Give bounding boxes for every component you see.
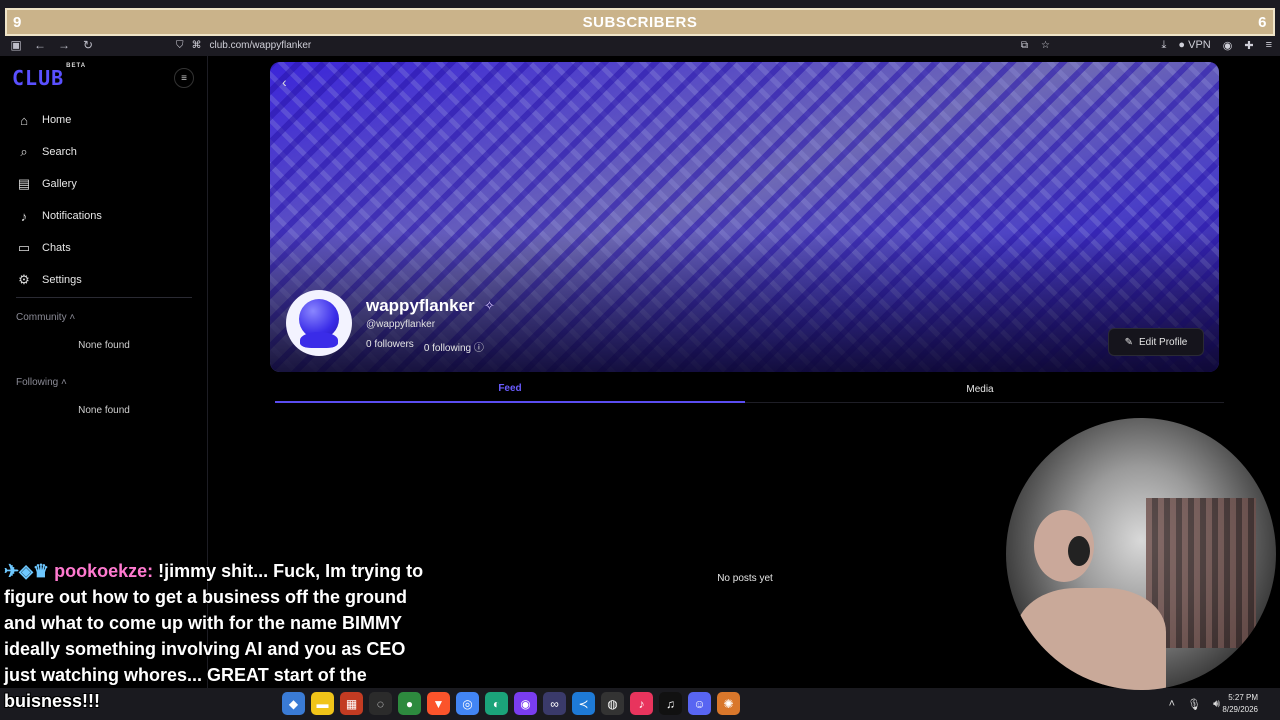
webcam-overlay: [1006, 418, 1276, 690]
streamer-body: [1016, 588, 1166, 690]
sidebar-item-label: Settings: [42, 274, 82, 286]
edit-profile-label: Edit Profile: [1139, 336, 1188, 348]
bookmark-icon[interactable]: ☆: [1041, 40, 1050, 51]
empty-feed-message: No posts yet: [717, 573, 773, 584]
gear-icon: ⚙: [18, 272, 30, 287]
toolbar-right: ⤓ ● VPN ◉ ✚ ≡: [1162, 34, 1272, 56]
chat-text: !jimmy shit... Fuck, Im trying to figure…: [4, 561, 424, 711]
following-section-toggle[interactable]: Following ˄: [16, 377, 67, 388]
followers-count[interactable]: 0 followers: [366, 339, 414, 354]
back-icon[interactable]: ←: [28, 34, 52, 56]
club-logo[interactable]: CLUB BETA: [12, 63, 87, 90]
avatar-figure-base: [300, 332, 338, 348]
sidebar-item-notifications[interactable]: ♪ Notifications: [0, 200, 208, 232]
gallery-icon: ▤: [17, 176, 31, 191]
screen: ▣ ← → ↻ ⛉ ⌘ club.com/wappyflanker ⧉ ☆ ⤓ …: [0, 0, 1280, 720]
extensions-icon[interactable]: ✚: [1244, 39, 1253, 52]
edit-profile-button[interactable]: ✎ Edit Profile: [1108, 328, 1204, 356]
community-section-toggle[interactable]: Community ˄: [16, 312, 75, 323]
sidebar-item-label: Chats: [42, 242, 71, 254]
sidebar-item-label: Gallery: [42, 178, 77, 190]
sidebar-item-home[interactable]: ⌂ Home: [0, 104, 208, 136]
clock[interactable]: 5:27 PM 8/29/2026: [1208, 692, 1258, 716]
following-count-text: 0 following: [423, 343, 472, 354]
overlay-right-count: 6: [1258, 13, 1267, 31]
sidebar-item-label: Search: [42, 146, 77, 158]
account-icon[interactable]: ◉: [1223, 39, 1233, 52]
overlay-left-count: 9: [13, 13, 22, 31]
tab-media[interactable]: Media: [745, 375, 1215, 403]
pencil-icon: ✎: [1124, 336, 1134, 348]
chrome-icon[interactable]: ◎: [456, 692, 479, 715]
chat-username: pookoekze:: [54, 561, 154, 581]
tab-feed[interactable]: Feed: [275, 375, 745, 403]
clock-date: 8/29/2026: [1222, 705, 1258, 714]
claude-icon[interactable]: ✺: [717, 692, 740, 715]
brave-icon[interactable]: ▼: [427, 692, 450, 715]
sidebar-item-chats[interactable]: ▭ Chats: [0, 232, 208, 264]
chevron-up-icon: ˄: [69, 312, 76, 323]
shield-icon: ⛉: [176, 39, 184, 51]
vpn-button[interactable]: ● VPN: [1178, 39, 1210, 51]
clock-time: 5:27 PM: [1228, 693, 1258, 702]
beta-badge: BETA: [66, 63, 87, 70]
app-icon[interactable]: ∞: [543, 692, 566, 715]
address-bar[interactable]: ⛉ ⌘ club.com/wappyflanker ⧉ ☆: [176, 34, 1056, 56]
sidebar-item-label: Notifications: [42, 210, 102, 222]
sidebar-divider: [16, 297, 192, 298]
browser-toolbar: ▣ ← → ↻ ⛉ ⌘ club.com/wappyflanker ⧉ ☆ ⤓ …: [0, 34, 1280, 56]
profile-banner: ‹ wappyflanker ✧ @wappyflanker 0 followe…: [270, 62, 1219, 372]
subscribers-overlay: 9 SUBSCRIBERS 6: [5, 8, 1275, 36]
sidebar-item-gallery[interactable]: ▤ Gallery: [0, 168, 208, 200]
edge-icon[interactable]: ◐: [485, 692, 508, 715]
profile-name: wappyflanker: [366, 296, 475, 315]
microphone-icon[interactable]: 🎙︎: [1187, 698, 1201, 711]
headphones: [1068, 536, 1090, 566]
sidebar-item-settings[interactable]: ⚙ Settings: [0, 264, 208, 296]
reload-icon[interactable]: ↻: [76, 34, 100, 56]
info-icon[interactable]: ⓘ: [474, 343, 484, 354]
download-icon[interactable]: ⤓: [1162, 39, 1167, 52]
sidebar-item-search[interactable]: ⌕ Search: [0, 136, 208, 168]
following-count[interactable]: 0 following ⓘ: [424, 339, 484, 354]
chevron-up-icon[interactable]: ˄: [1169, 698, 1175, 710]
sidebar-item-label: Home: [42, 114, 72, 126]
discord-icon[interactable]: ☺: [688, 692, 711, 715]
app-icon[interactable]: ♪: [630, 692, 653, 715]
profile-tabs: Feed Media: [275, 375, 1224, 403]
reader-icon[interactable]: ⧉: [1021, 40, 1028, 51]
menu-icon[interactable]: ≡: [1266, 39, 1272, 51]
community-label: Community: [16, 312, 67, 323]
chat-icon: ▭: [17, 240, 31, 255]
page-icon: ⌘: [191, 39, 202, 51]
chevron-up-icon: ˄: [61, 377, 67, 388]
chevron-left-icon[interactable]: ‹: [282, 74, 287, 90]
search-icon: ⌕: [20, 144, 28, 159]
home-icon: ⌂: [20, 112, 28, 128]
follow-stats: 0 followers 0 following ⓘ: [366, 339, 484, 354]
sidebar-toggle-icon[interactable]: ▣: [4, 34, 28, 56]
avatar[interactable]: [286, 290, 352, 356]
tiktok-icon[interactable]: ♫: [659, 692, 682, 715]
obs-icon[interactable]: ◍: [601, 692, 624, 715]
chat-message-overlay: ✈◈♛ pookoekze: !jimmy shit... Fuck, Im t…: [4, 558, 424, 714]
vscode-icon[interactable]: ≺: [572, 692, 595, 715]
sparkle-icon: ✧: [484, 298, 495, 313]
vpn-label: VPN: [1188, 39, 1211, 51]
sidebar-nav: ⌂ Home ⌕ Search ▤ Gallery ♪ Notifications ▭ C…: [0, 104, 208, 296]
logo-text: CLUB: [12, 66, 65, 90]
community-empty: None found: [78, 340, 130, 351]
firefox-icon[interactable]: ◉: [514, 692, 537, 715]
overlay-title: SUBSCRIBERS: [582, 13, 698, 31]
profile-handle: @wappyflanker: [366, 319, 436, 330]
forward-icon[interactable]: →: [52, 34, 76, 56]
menu-toggle-button[interactable]: ≡: [174, 68, 194, 88]
bell-icon: ♪: [20, 208, 28, 224]
following-label: Following: [16, 377, 59, 388]
url-text: club.com/wappyflanker: [209, 39, 312, 51]
chat-badges-icon: ✈◈♛: [4, 561, 50, 581]
following-empty: None found: [78, 405, 130, 416]
